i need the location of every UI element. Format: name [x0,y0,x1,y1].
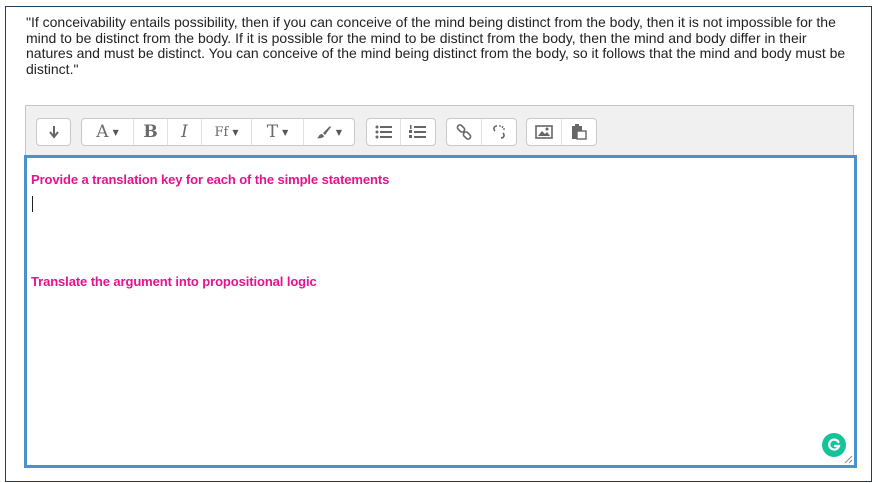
bullet-list-button[interactable] [367,119,401,145]
question-panel: "If conceivability entails possibility, … [5,6,872,482]
paste-icon [571,124,587,140]
font-size-icon: T [266,122,279,142]
chevron-down-icon: ▼ [112,127,119,137]
italic-icon: I [181,122,188,142]
editor-toolbar: A ▼ B I Ff ▼ T ▼ ▼ [25,105,854,155]
unlink-icon [492,125,505,139]
toolbar-group-text: A ▼ B I Ff ▼ T ▼ ▼ [81,118,355,146]
translation-key-prompt: Provide a translation key for each of th… [31,172,390,187]
font-family-icon: Ff [214,124,229,140]
unlink-button[interactable] [482,119,517,145]
image-icon [534,125,553,139]
font-color-button[interactable]: A ▼ [82,119,134,145]
font-size-button[interactable]: T ▼ [252,119,304,145]
toggle-toolbar-icon [48,126,59,139]
resize-handle-icon[interactable] [843,454,853,464]
bullet-list-icon [375,125,392,139]
question-text: "If conceivability entails possibility, … [26,14,846,77]
text-cursor [32,196,33,212]
numbered-list-icon [409,125,426,138]
chevron-down-icon: ▼ [282,127,289,137]
toggle-toolbar-button[interactable] [37,119,70,145]
chevron-down-icon: ▼ [232,127,239,137]
font-family-button[interactable]: Ff ▼ [202,119,252,145]
numbered-list-button[interactable] [401,119,435,145]
toolbar-group-media [526,118,597,146]
bold-button[interactable]: B [134,119,168,145]
toolbar-group-toggle [36,118,71,146]
paint-brush-button[interactable]: ▼ [304,119,354,145]
link-button[interactable] [447,119,482,145]
italic-button[interactable]: I [168,119,202,145]
toolbar-group-links [446,118,517,146]
link-icon [456,124,472,140]
text-editor-area[interactable]: Provide a translation key for each of th… [24,155,857,468]
bold-icon: B [143,122,158,142]
paint-brush-icon [316,126,331,139]
propositional-logic-prompt: Translate the argument into propositiona… [31,274,317,289]
image-button[interactable] [527,119,562,145]
toolbar-group-lists [366,118,436,146]
font-color-icon: A [96,122,109,142]
chevron-down-icon: ▼ [335,127,343,137]
paste-button[interactable] [562,119,597,145]
grammarly-icon [828,438,841,451]
